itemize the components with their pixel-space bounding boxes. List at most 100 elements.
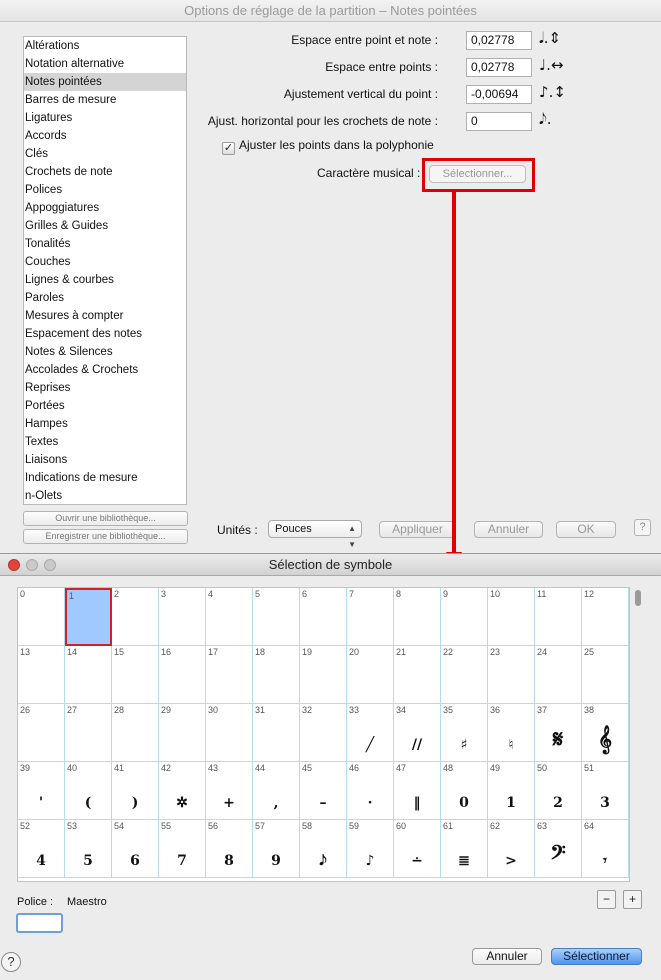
category-item[interactable]: Tonalités: [24, 235, 186, 253]
symbol-cell[interactable]: 7: [347, 588, 394, 646]
symbol-cell[interactable]: 25: [582, 646, 629, 704]
character-preview-field[interactable]: [16, 913, 63, 933]
category-item[interactable]: Indications de mesure: [24, 469, 186, 487]
symbol-cell[interactable]: 64 𝄾: [582, 820, 629, 878]
select-character-button[interactable]: Sélectionner...: [429, 165, 526, 183]
category-item[interactable]: Mesures à compter: [24, 307, 186, 325]
zoom-out-icon[interactable]: −: [597, 890, 616, 909]
category-item[interactable]: Paroles: [24, 289, 186, 307]
help-button[interactable]: ?: [634, 519, 651, 536]
polyphony-checkbox-row[interactable]: ✓ Ajuster les points dans la polyphonie: [222, 138, 434, 155]
symbol-grid-scrollbar[interactable]: [633, 587, 643, 882]
symbol-cell[interactable]: 45 –: [300, 762, 347, 820]
symbol-cell[interactable]: 21: [394, 646, 441, 704]
symbol-cell[interactable]: 8: [394, 588, 441, 646]
symbol-cell[interactable]: 61 ≣: [441, 820, 488, 878]
symbol-cell[interactable]: 6: [300, 588, 347, 646]
symbol-cell[interactable]: 17: [206, 646, 253, 704]
symbol-cell[interactable]: 3: [159, 588, 206, 646]
maximize-window-icon[interactable]: [44, 559, 56, 571]
symbol-cell[interactable]: 16: [159, 646, 206, 704]
symbol-cell[interactable]: 38 𝄞: [582, 704, 629, 762]
symbol-cell[interactable]: 62 >: [488, 820, 535, 878]
symbol-cell[interactable]: 57 9: [253, 820, 300, 878]
category-item[interactable]: Couches: [24, 253, 186, 271]
category-item[interactable]: Portées: [24, 397, 186, 415]
symbol-help-button[interactable]: ?: [1, 952, 21, 972]
symbol-cell[interactable]: 11: [535, 588, 582, 646]
symbol-cell[interactable]: 47 ‖: [394, 762, 441, 820]
symbol-cell[interactable]: 35 ♯: [441, 704, 488, 762]
symbol-cell[interactable]: 20: [347, 646, 394, 704]
symbol-cell[interactable]: 32: [300, 704, 347, 762]
symbol-cell[interactable]: 30: [206, 704, 253, 762]
symbol-cell[interactable]: 4: [206, 588, 253, 646]
symbol-cell[interactable]: 29: [159, 704, 206, 762]
symbol-cell[interactable]: 24: [535, 646, 582, 704]
symbol-cell[interactable]: 27: [65, 704, 112, 762]
symbol-cell[interactable]: 15: [112, 646, 159, 704]
category-item[interactable]: Ligatures: [24, 109, 186, 127]
symbol-cell[interactable]: 26: [18, 704, 65, 762]
category-item[interactable]: Accolades & Crochets: [24, 361, 186, 379]
category-item[interactable]: Notes & Silences: [24, 343, 186, 361]
symbol-cell[interactable]: 23: [488, 646, 535, 704]
symbol-cell[interactable]: 37 𝄋: [535, 704, 582, 762]
save-library-button[interactable]: Enregistrer une bibliothèque...: [23, 529, 188, 544]
scrollbar-thumb[interactable]: [635, 590, 641, 606]
symbol-cell[interactable]: 63 𝄢: [535, 820, 582, 878]
setting-input[interactable]: -0,00694: [466, 85, 532, 104]
symbol-cell[interactable]: 36 ♮: [488, 704, 535, 762]
open-library-button[interactable]: Ouvrir une bibliothèque...: [23, 511, 188, 526]
symbol-cell[interactable]: 52 4: [18, 820, 65, 878]
category-list[interactable]: Altérations Notation alternative Notes poi…: [23, 36, 187, 505]
symbol-cell[interactable]: 12: [582, 588, 629, 646]
symbol-cell[interactable]: 28: [112, 704, 159, 762]
symbol-cell[interactable]: 54 6: [112, 820, 159, 878]
zoom-in-icon[interactable]: +: [623, 890, 642, 909]
cancel-button[interactable]: Annuler: [474, 521, 543, 538]
symbol-grid[interactable]: 0 1 2 3 4 5 6 7 8 9 10 11 12 13 14 15 16 17 18 19 20 21 22 23 24…: [17, 587, 630, 882]
setting-input[interactable]: 0,02778: [466, 31, 532, 50]
symbol-cell[interactable]: 58 𝅘𝅥𝅮: [300, 820, 347, 878]
symbol-cell[interactable]: 18: [253, 646, 300, 704]
category-item[interactable]: Textes: [24, 433, 186, 451]
symbol-cell[interactable]: 50 2: [535, 762, 582, 820]
units-select[interactable]: Pouces ▲ ▼: [268, 520, 362, 549]
symbol-cell[interactable]: 31: [253, 704, 300, 762]
symbol-cell[interactable]: 41): [112, 762, 159, 820]
category-item[interactable]: Accords: [24, 127, 186, 145]
category-item[interactable]: Altérations: [24, 37, 186, 55]
ok-button[interactable]: OK: [556, 521, 616, 538]
category-item[interactable]: Appoggiatures: [24, 199, 186, 217]
category-item[interactable]: Reprises: [24, 379, 186, 397]
category-item[interactable]: Espacement des notes: [24, 325, 186, 343]
symbol-cell[interactable]: 53 5: [65, 820, 112, 878]
setting-input[interactable]: 0: [466, 112, 532, 131]
category-item[interactable]: Lignes & courbes: [24, 271, 186, 289]
symbol-cell[interactable]: 22: [441, 646, 488, 704]
symbol-cell[interactable]: 48 0: [441, 762, 488, 820]
symbol-cell[interactable]: 49 1: [488, 762, 535, 820]
symbol-cell[interactable]: 0: [18, 588, 65, 646]
symbol-cell[interactable]: 60 ∸: [394, 820, 441, 878]
setting-input[interactable]: 0,02778: [466, 58, 532, 77]
symbol-cell[interactable]: 44,: [253, 762, 300, 820]
symbol-cell[interactable]: 14: [65, 646, 112, 704]
symbol-cell[interactable]: 10: [488, 588, 535, 646]
symbol-cell[interactable]: 33 ╱: [347, 704, 394, 762]
apply-button[interactable]: Appliquer: [379, 521, 456, 538]
polyphony-checkbox[interactable]: ✓: [222, 142, 235, 155]
category-item[interactable]: Polices: [24, 181, 186, 199]
close-window-icon[interactable]: [8, 559, 20, 571]
category-item[interactable]: Liaisons: [24, 451, 186, 469]
symbol-cancel-button[interactable]: Annuler: [472, 948, 542, 965]
symbol-cell[interactable]: 2: [112, 588, 159, 646]
symbol-cell[interactable]: 9: [441, 588, 488, 646]
symbol-cell[interactable]: 34 //: [394, 704, 441, 762]
symbol-cell[interactable]: 5: [253, 588, 300, 646]
symbol-cell[interactable]: 13: [18, 646, 65, 704]
minimize-window-icon[interactable]: [26, 559, 38, 571]
symbol-cell[interactable]: 59 ♪: [347, 820, 394, 878]
category-item[interactable]: Notation alternative: [24, 55, 186, 73]
